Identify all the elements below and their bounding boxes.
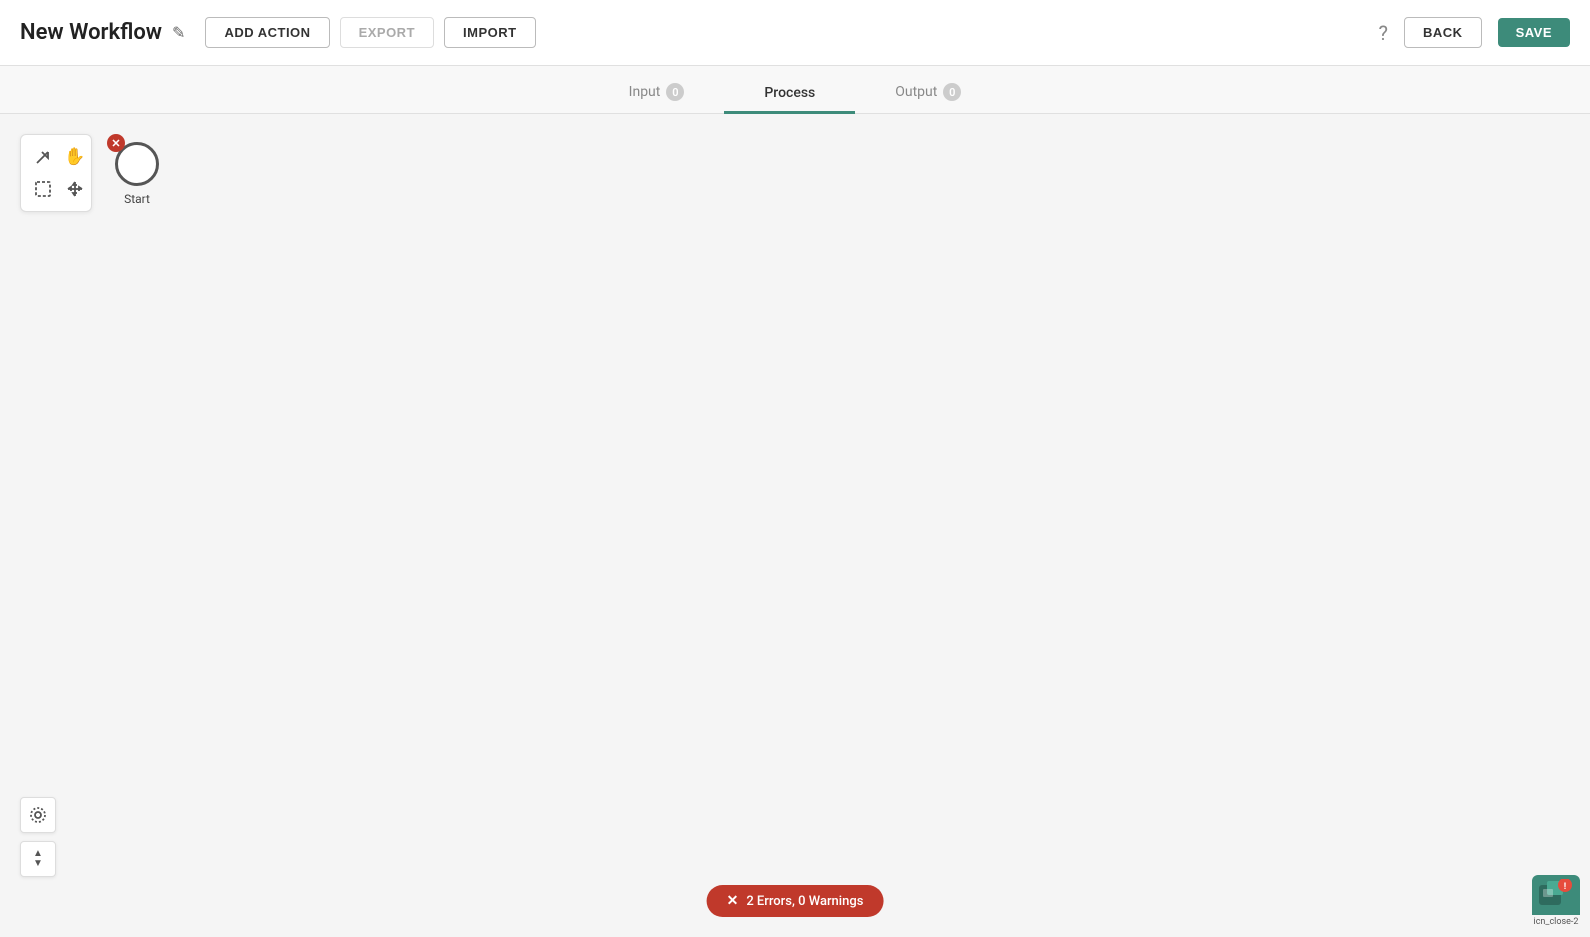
page-title: New Workflow	[20, 20, 162, 45]
toolbar: ✋	[20, 134, 92, 212]
zoom-control-button[interactable]: ▲ ▼	[20, 841, 56, 877]
header: New Workflow ✎ ADD ACTION EXPORT IMPORT …	[0, 0, 1590, 66]
error-bar[interactable]: ✕ 2 Errors, 0 Warnings	[707, 885, 884, 917]
svg-text:!: !	[1564, 882, 1566, 892]
start-node-shape: ✕	[115, 142, 159, 186]
zoom-down-icon[interactable]: ▼	[33, 859, 43, 869]
logo-box: !	[1532, 875, 1580, 915]
bottom-right-logo: ! icn_close-2	[1532, 875, 1580, 927]
error-close-icon[interactable]: ✕	[727, 893, 739, 909]
canvas-area: ✋ ✕ Start	[0, 114, 1590, 937]
logo-label: icn_close-2	[1534, 917, 1579, 927]
start-node-label: Start	[124, 192, 150, 206]
tabs-bar: Input 0 Process Output 0	[0, 66, 1590, 114]
select-tool-button[interactable]	[29, 175, 57, 203]
tab-output[interactable]: Output 0	[855, 73, 1001, 114]
add-action-button[interactable]: ADD ACTION	[205, 17, 329, 48]
hand-tool-button[interactable]: ✋	[61, 143, 89, 171]
error-text: 2 Errors, 0 Warnings	[746, 894, 863, 909]
start-node[interactable]: ✕ Start	[115, 142, 159, 206]
arrow-tool-button[interactable]	[29, 143, 57, 171]
export-button[interactable]: EXPORT	[340, 17, 434, 48]
tab-process[interactable]: Process	[724, 75, 855, 114]
input-badge: 0	[666, 83, 684, 101]
start-node-delete-button[interactable]: ✕	[107, 134, 125, 152]
header-actions: ADD ACTION EXPORT IMPORT	[205, 17, 535, 48]
import-button[interactable]: IMPORT	[444, 17, 536, 48]
canvas-controls: ▲ ▼	[20, 797, 56, 877]
save-button[interactable]: SAVE	[1498, 18, 1570, 47]
center-view-button[interactable]	[20, 797, 56, 833]
header-right: ? BACK SAVE	[1379, 17, 1570, 48]
move-tool-button[interactable]	[61, 175, 89, 203]
tab-input[interactable]: Input 0	[589, 73, 725, 114]
output-badge: 0	[943, 83, 961, 101]
edit-icon[interactable]: ✎	[172, 23, 185, 42]
back-button[interactable]: BACK	[1404, 17, 1482, 48]
help-icon[interactable]: ?	[1379, 21, 1388, 45]
